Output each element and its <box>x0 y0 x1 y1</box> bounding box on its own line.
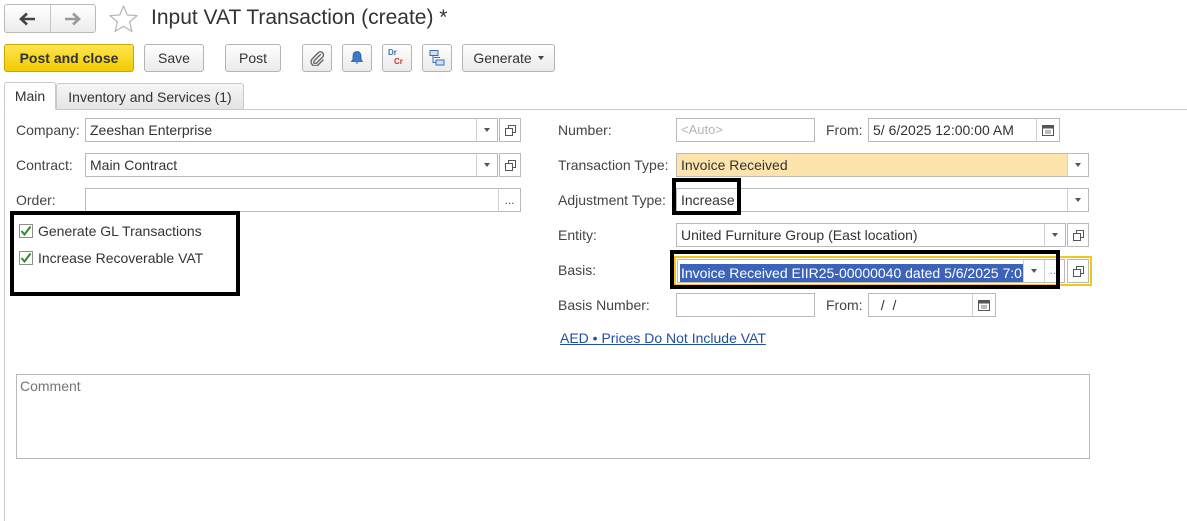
dr-text: Dr <box>388 48 397 57</box>
company-dropdown-button[interactable] <box>476 119 497 141</box>
entity-value: United Furniture Group (East location) <box>681 227 918 243</box>
number-placeholder: <Auto> <box>681 122 723 137</box>
dr-cr-button[interactable]: Dr Cr <box>382 44 412 72</box>
entity-label: Entity: <box>558 227 597 243</box>
chevron-down-icon <box>1075 163 1081 167</box>
company-field[interactable]: Zeeshan Enterprise <box>85 118 498 142</box>
transaction-type-dropdown-button[interactable] <box>1067 154 1088 176</box>
open-window-icon <box>504 159 516 171</box>
transaction-type-field[interactable]: Invoice Received <box>676 153 1089 177</box>
open-window-icon <box>1072 229 1084 241</box>
increase-vat-label[interactable]: Increase Recoverable VAT <box>38 250 203 266</box>
generate-dropdown-button[interactable]: Generate <box>462 44 555 72</box>
post-and-close-button[interactable]: Post and close <box>4 44 134 72</box>
chevron-down-icon <box>1052 233 1058 237</box>
navigation-buttons <box>4 4 96 33</box>
company-open-button[interactable] <box>499 118 521 142</box>
chevron-down-icon <box>484 128 490 132</box>
open-window-icon <box>1072 265 1084 277</box>
back-button[interactable] <box>5 5 50 32</box>
post-button[interactable]: Post <box>225 44 281 72</box>
open-window-icon <box>504 124 516 136</box>
page-border <box>4 109 5 521</box>
star-icon <box>109 5 138 33</box>
contract-label: Contract: <box>16 157 73 173</box>
entity-dropdown-button[interactable] <box>1044 224 1065 246</box>
company-value: Zeeshan Enterprise <box>90 122 213 138</box>
basis-value-wrap: Invoice Received EIIR25-00000040 dated 5… <box>678 260 1023 282</box>
basis-clear-button[interactable]: … <box>1044 260 1064 282</box>
favorite-button[interactable] <box>108 4 139 34</box>
adjustment-type-field[interactable]: Increase <box>676 188 1089 212</box>
basis-number-label: Basis Number: <box>558 297 650 313</box>
number-label: Number: <box>558 122 612 138</box>
order-select-button[interactable]: ... <box>498 189 520 211</box>
order-label: Order: <box>16 192 56 208</box>
entity-field[interactable]: United Furniture Group (East location) <box>676 223 1066 247</box>
adjustment-type-dropdown-button[interactable] <box>1067 189 1088 211</box>
basis-label: Basis: <box>558 262 597 278</box>
basis-field[interactable]: Invoice Received EIIR25-00000040 dated 5… <box>677 259 1065 283</box>
contract-dropdown-button[interactable] <box>476 154 497 176</box>
page-title: Input VAT Transaction (create) * <box>151 6 448 29</box>
chevron-down-icon <box>484 163 490 167</box>
attach-button[interactable] <box>302 44 332 72</box>
paperclip-icon <box>310 51 325 66</box>
arrow-right-icon <box>64 12 81 25</box>
contract-open-button[interactable] <box>499 153 521 177</box>
basis-dropdown-button[interactable] <box>1023 260 1044 282</box>
number-field[interactable]: <Auto> <box>676 118 815 142</box>
increase-vat-checkbox[interactable] <box>19 251 33 265</box>
currency-prices-link[interactable]: AED • Prices Do Not Include VAT <box>560 330 766 346</box>
transaction-type-value: Invoice Received <box>677 154 1067 176</box>
adjustment-type-value: Increase <box>681 192 735 208</box>
tab-main[interactable]: Main <box>4 82 56 110</box>
forward-button[interactable] <box>49 5 95 32</box>
basis-open-button[interactable] <box>1067 259 1089 283</box>
arrow-left-icon <box>19 12 36 25</box>
order-field[interactable]: ... <box>85 188 521 212</box>
from-date-field[interactable]: 5/ 6/2025 12:00:00 AM <box>868 118 1060 142</box>
tab-inventory-and-services[interactable]: Inventory and Services (1) <box>56 83 244 110</box>
structure-icon <box>429 50 445 66</box>
save-button[interactable]: Save <box>144 44 204 72</box>
contract-field[interactable]: Main Contract <box>85 153 498 177</box>
basis-number-value <box>677 294 814 316</box>
basis-from-date-field[interactable]: / / <box>868 293 996 317</box>
basis-from-calendar-button[interactable] <box>972 294 995 316</box>
comment-field[interactable] <box>16 374 1090 459</box>
generate-gl-checkbox[interactable] <box>19 224 33 238</box>
basis-from-label: From: <box>826 297 863 313</box>
company-label: Company: <box>16 122 80 138</box>
generate-label: Generate <box>473 50 532 66</box>
chevron-down-icon <box>537 56 544 60</box>
chevron-down-icon <box>1075 198 1081 202</box>
chevron-down-icon <box>1031 269 1037 273</box>
adjustment-type-label: Adjustment Type: <box>558 192 666 208</box>
dr-cr-icon: Dr Cr <box>388 48 406 68</box>
from-date-value: 5/ 6/2025 12:00:00 AM <box>873 122 1014 138</box>
from-date-calendar-button[interactable] <box>1036 119 1059 141</box>
from-label: From: <box>826 122 863 138</box>
checkmark-icon <box>20 225 32 237</box>
basis-value: Invoice Received EIIR25-00000040 dated 5… <box>680 264 1023 282</box>
checkmark-icon <box>20 252 32 264</box>
calendar-icon <box>978 300 990 311</box>
generate-gl-label[interactable]: Generate GL Transactions <box>38 223 202 239</box>
structure-button[interactable] <box>422 44 452 72</box>
basis-number-field[interactable] <box>676 293 815 317</box>
order-value <box>86 189 498 211</box>
calendar-icon <box>1042 125 1054 136</box>
cr-text: Cr <box>394 57 403 66</box>
reminder-button[interactable] <box>342 44 372 72</box>
basis-from-date-value: / / <box>873 297 897 313</box>
transaction-type-label: Transaction Type: <box>558 157 669 173</box>
contract-value: Main Contract <box>90 157 178 173</box>
entity-open-button[interactable] <box>1067 223 1089 247</box>
bell-icon <box>350 51 364 64</box>
